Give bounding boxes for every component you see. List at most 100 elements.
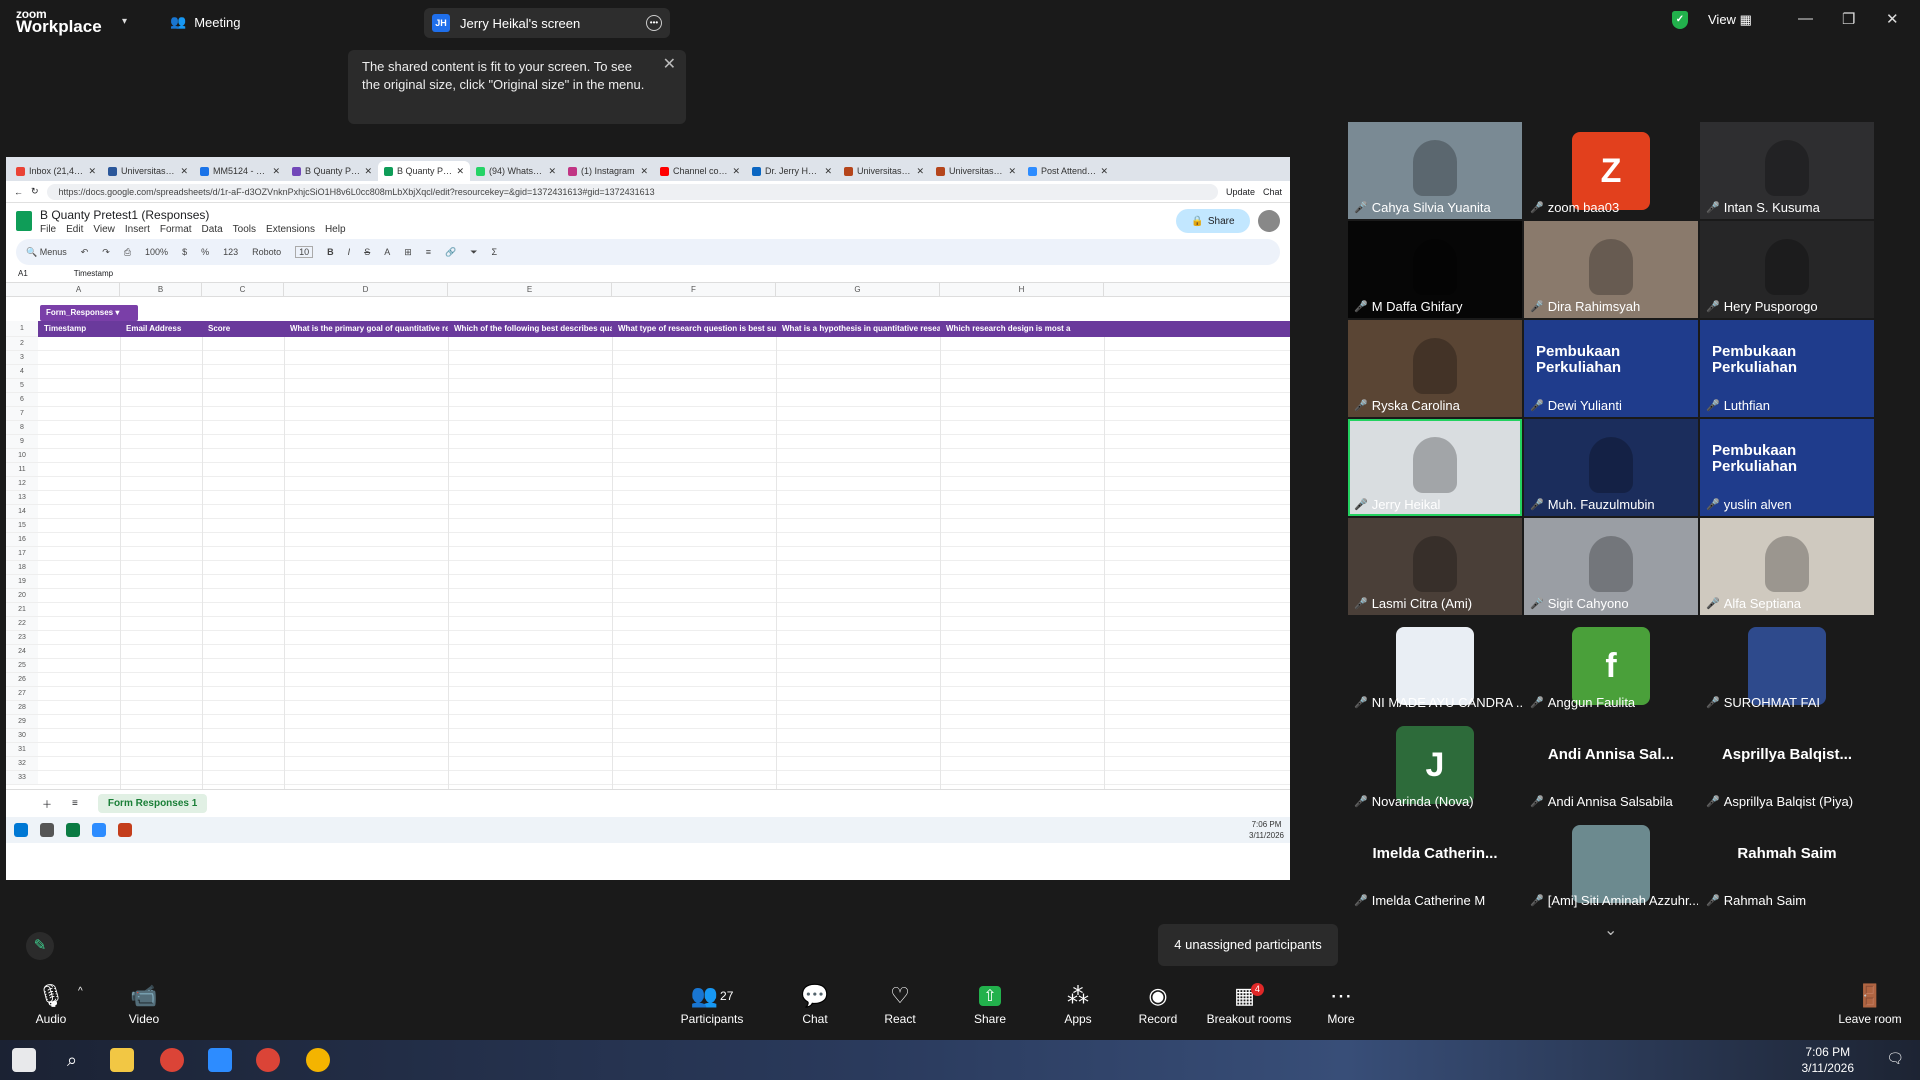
close-icon[interactable]: ✕ — [1886, 10, 1899, 28]
file-explorer-icon[interactable] — [110, 1048, 134, 1072]
column-header-g[interactable]: G — [776, 283, 940, 297]
all-sheets-icon[interactable]: ≡ — [72, 798, 78, 809]
close-tab-icon[interactable]: ✕ — [180, 166, 188, 177]
apps-button[interactable]: ⁂ Apps — [1043, 980, 1113, 1026]
participant-tile[interactable]: Pembukaan Perkuliahan 🎤 Luthfian — [1700, 320, 1874, 417]
font-select[interactable]: Roboto — [252, 247, 281, 257]
chevron-down-icon[interactable]: ⌄ — [1604, 920, 1617, 940]
participant-tile[interactable]: Andi Annisa Sal... 🎤 Andi Annisa Salsabila — [1524, 716, 1698, 813]
participant-tile[interactable]: 🎤 Lasmi Citra (Ami) — [1348, 518, 1522, 615]
column-header-b[interactable]: B — [120, 283, 202, 297]
row-number[interactable]: 19 — [6, 575, 38, 589]
menu-item-edit[interactable]: Edit — [66, 224, 83, 235]
filter-icon[interactable]: ⏷ — [470, 247, 477, 258]
shared-screen-pill[interactable]: JH Jerry Heikal's screen ••• — [424, 8, 670, 38]
close-tab-icon[interactable]: ✕ — [824, 166, 832, 177]
chat-button[interactable]: Chat — [1263, 187, 1282, 197]
close-tooltip-icon[interactable]: ✕ — [663, 56, 676, 74]
close-tab-icon[interactable]: ✕ — [732, 166, 740, 177]
row-number[interactable]: 25 — [6, 659, 38, 673]
chrome-icon[interactable] — [256, 1048, 280, 1072]
browser-tab[interactable]: Universitas Bak ✕ — [930, 161, 1022, 181]
header-cell[interactable]: Which of the following best describes qu… — [448, 321, 612, 337]
participant-tile[interactable]: J 🎤 Novarinda (Nova) — [1348, 716, 1522, 813]
participant-tile[interactable]: 🎤 Dira Rahimsyah — [1524, 221, 1698, 318]
row-number[interactable]: 8 — [6, 421, 38, 435]
system-clock[interactable]: 7:06 PM 3/11/2026 — [1802, 1044, 1855, 1076]
row-number[interactable]: 3 — [6, 351, 38, 365]
participant-tile[interactable]: 🎤 Muh. Fauzulmubin — [1524, 419, 1698, 516]
minimize-icon[interactable]: — — [1798, 10, 1813, 27]
row-number[interactable]: 1 — [6, 321, 38, 337]
column-header-a[interactable]: A — [38, 283, 120, 297]
column-header-e[interactable]: E — [448, 283, 612, 297]
header-cell[interactable]: What type of research question is best s… — [612, 321, 776, 337]
back-icon[interactable]: ← — [14, 187, 23, 197]
browser-tab[interactable]: Inbox (21,408) ✕ — [10, 161, 102, 181]
menu-item-data[interactable]: Data — [202, 224, 223, 235]
align-icon[interactable]: ≡ — [426, 247, 431, 257]
row-number[interactable]: 29 — [6, 715, 38, 729]
row-number[interactable]: 9 — [6, 435, 38, 449]
close-tab-icon[interactable]: ✕ — [916, 166, 924, 177]
cell-reference[interactable]: A1 — [18, 269, 28, 278]
zoom-taskbar-icon[interactable] — [208, 1048, 232, 1072]
browser-tab[interactable]: Dr. Jerry Heika ✕ — [746, 161, 838, 181]
bold-icon[interactable]: B — [327, 247, 334, 257]
reload-icon[interactable]: ↻ — [31, 186, 39, 197]
menus-search[interactable]: 🔍 Menus — [26, 247, 67, 258]
video-button[interactable]: 📹 Video — [109, 980, 179, 1026]
row-number[interactable]: 12 — [6, 477, 38, 491]
row-number[interactable]: 13 — [6, 491, 38, 505]
row-number[interactable]: 31 — [6, 743, 38, 757]
row-number[interactable]: 32 — [6, 757, 38, 771]
row-number[interactable]: 10 — [6, 449, 38, 463]
browser-tab[interactable]: B Quanty Prete ✕ — [286, 161, 378, 181]
row-number[interactable]: 30 — [6, 729, 38, 743]
participant-tile[interactable]: 🎤 NI MADE AYU CANDRA ... — [1348, 617, 1522, 714]
functions-icon[interactable]: Σ — [491, 247, 497, 257]
menu-item-format[interactable]: Format — [160, 224, 192, 235]
participant-tile[interactable]: Imelda Catherin... 🎤 Imelda Catherine M — [1348, 815, 1522, 912]
browser-tab[interactable]: (1) Instagram ✕ — [562, 161, 654, 181]
participant-tile[interactable]: 🎤 SUROHMAT FAI — [1700, 617, 1874, 714]
more-button[interactable]: ⋯ More — [1306, 980, 1376, 1026]
header-cell[interactable]: Score — [202, 321, 284, 337]
row-number[interactable]: 23 — [6, 631, 38, 645]
row-number[interactable]: 5 — [6, 379, 38, 393]
audio-options-caret[interactable]: ^ — [78, 986, 83, 997]
browser-tab[interactable]: Channel conte ✕ — [654, 161, 746, 181]
browser-tab[interactable]: Post Attendee ✕ — [1022, 161, 1114, 181]
chrome-icon[interactable] — [306, 1048, 330, 1072]
audio-button[interactable]: 🎙 Audio — [16, 980, 86, 1026]
meeting-menu[interactable]: 👥 Meeting — [170, 14, 240, 30]
close-tab-icon[interactable]: ✕ — [548, 166, 556, 177]
participant-tile[interactable]: 🎤 Cahya Silvia Yuanita — [1348, 122, 1522, 219]
browser-tab[interactable]: Universitas Bak ✕ — [838, 161, 930, 181]
row-number[interactable]: 4 — [6, 365, 38, 379]
participant-tile[interactable]: 🎤 Ryska Carolina — [1348, 320, 1522, 417]
close-tab-icon[interactable]: ✕ — [640, 166, 648, 177]
undo-icon[interactable]: ↶ — [81, 247, 89, 258]
header-cell[interactable]: Email Address — [120, 321, 202, 337]
currency-button[interactable]: $ — [182, 247, 187, 257]
participant-tile[interactable]: Rahmah Saim 🎤 Rahmah Saim — [1700, 815, 1874, 912]
menu-item-tools[interactable]: Tools — [233, 224, 256, 235]
participant-tile[interactable]: 🎤 Alfa Septiana — [1700, 518, 1874, 615]
close-tab-icon[interactable]: ✕ — [364, 166, 372, 177]
menu-item-file[interactable]: File — [40, 224, 56, 235]
view-button[interactable]: View ▦ — [1708, 12, 1752, 28]
pencil-icon[interactable]: ✎ — [26, 932, 54, 960]
close-tab-icon[interactable]: ✕ — [88, 166, 96, 177]
strikethrough-icon[interactable]: S — [364, 247, 370, 257]
row-number[interactable]: 11 — [6, 463, 38, 477]
link-icon[interactable]: 🔗 — [445, 247, 456, 258]
participant-tile[interactable]: 🎤 Hery Pusporogo — [1700, 221, 1874, 318]
menu-item-insert[interactable]: Insert — [125, 224, 150, 235]
row-number[interactable]: 2 — [6, 337, 38, 351]
table-name-tag[interactable]: Form_Responses ▾ — [40, 305, 138, 321]
row-number[interactable]: 26 — [6, 673, 38, 687]
redo-icon[interactable]: ↷ — [102, 247, 110, 258]
update-button[interactable]: Update — [1226, 187, 1255, 197]
text-color-icon[interactable]: A — [384, 247, 390, 257]
